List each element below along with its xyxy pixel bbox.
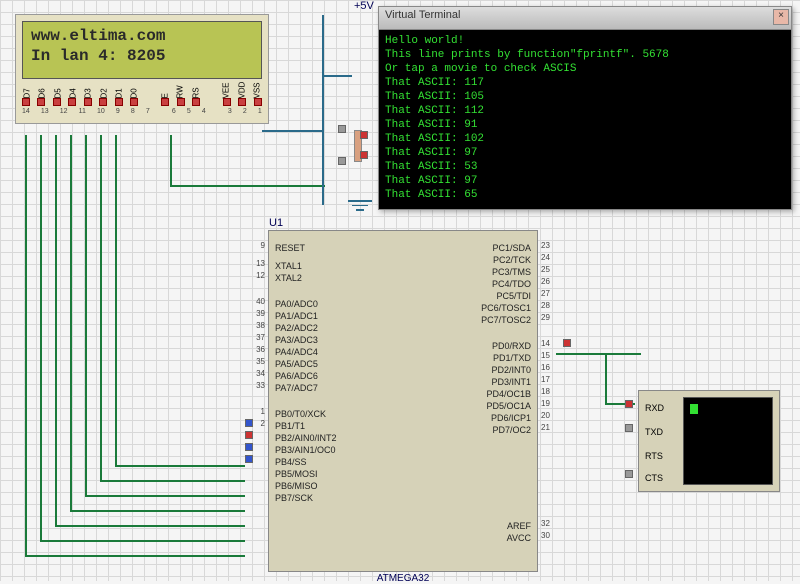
pin-pd6: PD6/ICP1: [491, 413, 531, 423]
close-icon[interactable]: ×: [773, 9, 789, 25]
pin-pc2: PC2/TCK: [493, 255, 531, 265]
wire: [85, 135, 87, 495]
wire: [25, 135, 27, 555]
wire: [170, 185, 325, 187]
pin-pc6: PC6/TOSC1: [481, 303, 531, 313]
wire: [70, 135, 72, 510]
terminal-line: That ASCII: 117: [385, 76, 785, 90]
terminal-line: That ASCII: 91: [385, 118, 785, 132]
pad: [625, 470, 633, 478]
wire: [322, 75, 352, 77]
terminal-line: That ASCII: 97: [385, 146, 785, 160]
pin-pb6: PB6/MISO: [275, 481, 318, 491]
terminal-titlebar[interactable]: Virtual Terminal ×: [379, 7, 791, 30]
pin-pc5: PC5/TDI: [496, 291, 531, 301]
virtual-serial-device[interactable]: RXD TXD RTS CTS: [638, 390, 780, 492]
wire: [115, 465, 245, 467]
pad: [625, 424, 633, 432]
lcd-pin-pads: [16, 98, 268, 106]
wire: [25, 555, 245, 557]
pin-pa6: PA6/ADC6: [275, 371, 318, 381]
lcd-module[interactable]: www.eltima.com In lan 4: 8205 D7D6D5D4D3…: [15, 14, 269, 124]
terminal-output: Hello world! This line prints by functio…: [379, 30, 791, 206]
pin-pb4: PB4/SS: [275, 457, 307, 467]
terminal-line: That ASCII: 112: [385, 104, 785, 118]
serial-pin-rts: RTS: [645, 451, 663, 461]
terminal-line: That ASCII: 102: [385, 132, 785, 146]
pad: [625, 400, 633, 408]
serial-pin-txd: TXD: [645, 427, 663, 437]
pin-pd4: PD4/OC1B: [486, 389, 531, 399]
lcd-pin-labels: D7D6D5D4D3D2D1D0ERWRSVEEVDDVSS: [16, 85, 268, 98]
wire: [115, 135, 117, 465]
terminal-line: Hello world!: [385, 34, 785, 48]
pin-pa3: PA3/ADC3: [275, 335, 318, 345]
power-5v-label: +5V: [354, 0, 374, 12]
wire: [70, 510, 245, 512]
pin-pd5: PD5/OC1A: [486, 401, 531, 411]
pin-pa1: PA1/ADC1: [275, 311, 318, 321]
terminal-line: That ASCII: 105: [385, 90, 785, 104]
pin-pc3: PC3/TMS: [492, 267, 531, 277]
pin-pa2: PA2/ADC2: [275, 323, 318, 333]
mcu-part-name: ATMEGA32: [377, 573, 430, 584]
lcd-pin-numbers: 1413121110987654321: [16, 106, 268, 117]
mcu-atmega32[interactable]: U1 ATMEGA32 RESET 9 XTAL1 13 XTAL2 12 PA…: [268, 230, 538, 572]
terminal-line: This line prints by function"fprintf". 5…: [385, 48, 785, 62]
pin-xtal2: XTAL2: [275, 273, 302, 283]
serial-pin-rxd: RXD: [645, 403, 664, 413]
pin-pb1: PB1/T1: [275, 421, 305, 431]
wire: [100, 135, 102, 480]
pin-pb3: PB3/AIN1/OC0: [275, 445, 336, 455]
mcu-ref: U1: [269, 217, 283, 229]
pin-pb2: PB2/AIN0/INT2: [275, 433, 337, 443]
capacitor[interactable]: [350, 125, 366, 165]
serial-pin-cts: CTS: [645, 473, 663, 483]
wire: [170, 135, 172, 185]
wire: [85, 495, 245, 497]
pin-pd2: PD2/INT0: [491, 365, 531, 375]
pin-avcc: AVCC: [507, 533, 531, 543]
wire: [100, 480, 245, 482]
pin-pc1: PC1/SDA: [492, 243, 531, 253]
wire: [55, 135, 57, 525]
pin-pa5: PA5/ADC5: [275, 359, 318, 369]
terminal-line: That ASCII: 97: [385, 174, 785, 188]
pin-pd3: PD3/INT1: [491, 377, 531, 387]
terminal-title: Virtual Terminal: [385, 9, 460, 21]
wire: [55, 525, 245, 527]
pin-aref: AREF: [507, 521, 531, 531]
pin-pa4: PA4/ADC4: [275, 347, 318, 357]
wire: [40, 135, 42, 540]
lcd-line1: www.eltima.com: [31, 26, 253, 46]
pin-pb5: PB5/MOSI: [275, 469, 318, 479]
terminal-line: That ASCII: 53: [385, 160, 785, 174]
pin-pc4: PC4/TDO: [492, 279, 531, 289]
pin-pb0: PB0/T0/XCK: [275, 409, 326, 419]
serial-screen: [683, 397, 773, 485]
pin-pd0-rxd: PD0/RXD: [492, 341, 531, 351]
wire: [40, 540, 245, 542]
wire: [322, 15, 324, 205]
pin-pa0: PA0/ADC0: [275, 299, 318, 309]
wire-txd: [556, 353, 641, 355]
pin-pd7: PD7/OC2: [492, 425, 531, 435]
terminal-line: Or tap a movie to check ASCIS: [385, 62, 785, 76]
wire: [262, 130, 322, 132]
lcd-line2: In lan 4: 8205: [31, 46, 253, 66]
lcd-screen: www.eltima.com In lan 4: 8205: [22, 21, 262, 79]
pin-pc7: PC7/TOSC2: [481, 315, 531, 325]
pin-pd1-txd: PD1/TXD: [493, 353, 531, 363]
pin-reset: RESET: [275, 243, 305, 253]
wire-txd: [605, 353, 607, 403]
pin-pa7: PA7/ADC7: [275, 383, 318, 393]
pin-xtal1: XTAL1: [275, 261, 302, 271]
virtual-terminal-window[interactable]: Virtual Terminal × Hello world! This lin…: [378, 6, 792, 210]
pin-pb7: PB7/SCK: [275, 493, 313, 503]
terminal-line: That ASCII: 65: [385, 188, 785, 202]
